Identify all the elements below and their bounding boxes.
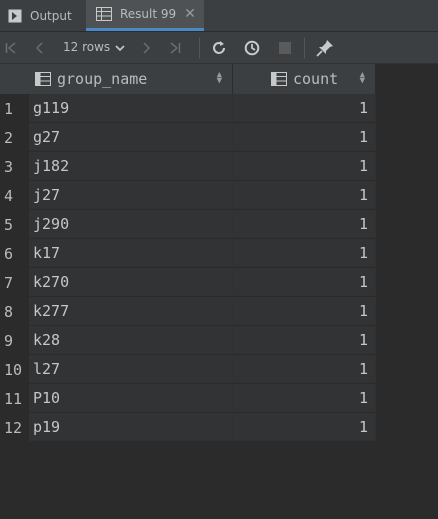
table-row[interactable]: 1 g119 1 bbox=[0, 94, 376, 123]
cell-group-name[interactable]: k277 bbox=[29, 297, 233, 325]
cell-count[interactable]: 1 bbox=[233, 181, 376, 209]
cell-group-name[interactable]: g27 bbox=[29, 123, 233, 151]
cell-count[interactable]: 1 bbox=[233, 268, 376, 296]
pin-icon[interactable] bbox=[316, 40, 334, 57]
cell-count[interactable]: 1 bbox=[233, 239, 376, 267]
row-number: 2 bbox=[0, 123, 29, 152]
table-row[interactable]: 6 k17 1 bbox=[0, 239, 376, 268]
table-row[interactable]: 4 j27 1 bbox=[0, 181, 376, 210]
tab-output-label: Output bbox=[30, 8, 72, 23]
column-header-count[interactable]: count ▲ ▼ bbox=[233, 64, 376, 94]
table-row[interactable]: 3 j182 1 bbox=[0, 152, 376, 181]
row-number: 1 bbox=[0, 94, 29, 123]
tab-result-label: Result 99 bbox=[120, 7, 177, 21]
column-icon bbox=[271, 72, 287, 86]
row-number: 11 bbox=[0, 384, 29, 413]
cell-count[interactable]: 1 bbox=[233, 326, 376, 354]
cell-group-name[interactable]: k28 bbox=[29, 326, 233, 354]
cell-group-name[interactable]: k17 bbox=[29, 239, 233, 267]
row-number: 10 bbox=[0, 355, 29, 384]
previous-page-icon[interactable] bbox=[33, 40, 45, 56]
cell-count[interactable]: 1 bbox=[233, 152, 376, 180]
cell-group-name[interactable]: g119 bbox=[29, 94, 233, 122]
chevron-down-icon[interactable] bbox=[114, 40, 126, 56]
table-row[interactable]: 11 P10 1 bbox=[0, 384, 376, 413]
refresh-icon[interactable] bbox=[211, 40, 227, 56]
last-page-icon[interactable] bbox=[168, 40, 182, 56]
toolbar-divider bbox=[199, 38, 200, 58]
cell-group-name[interactable]: j290 bbox=[29, 210, 233, 238]
row-number: 7 bbox=[0, 268, 29, 297]
console-output-icon bbox=[8, 9, 22, 23]
table-icon bbox=[96, 7, 112, 21]
toolbar-divider bbox=[304, 38, 305, 58]
row-number: 3 bbox=[0, 152, 29, 181]
toolbar: 12 rows bbox=[0, 32, 438, 64]
sort-icon[interactable]: ▲ ▼ bbox=[360, 71, 365, 86]
cell-group-name[interactable]: j182 bbox=[29, 152, 233, 180]
row-number: 5 bbox=[0, 210, 29, 239]
row-number: 12 bbox=[0, 413, 29, 442]
cell-count[interactable]: 1 bbox=[233, 297, 376, 325]
table-row[interactable]: 2 g27 1 bbox=[0, 123, 376, 152]
table-row[interactable]: 12 p19 1 bbox=[0, 413, 376, 442]
row-number: 9 bbox=[0, 326, 29, 355]
row-number: 4 bbox=[0, 181, 29, 210]
cell-count[interactable]: 1 bbox=[233, 210, 376, 238]
column-icon bbox=[35, 72, 51, 86]
cell-group-name[interactable]: j27 bbox=[29, 181, 233, 209]
row-number: 6 bbox=[0, 239, 29, 268]
next-page-icon[interactable] bbox=[142, 40, 152, 56]
cell-count[interactable]: 1 bbox=[233, 123, 376, 151]
cell-count[interactable]: 1 bbox=[233, 94, 376, 122]
tab-bar: Output Result 99 ✕ bbox=[0, 0, 438, 32]
table-row[interactable]: 8 k277 1 bbox=[0, 297, 376, 326]
first-page-icon[interactable] bbox=[4, 40, 18, 56]
cell-group-name[interactable]: l27 bbox=[29, 355, 233, 383]
stop-icon[interactable] bbox=[278, 40, 292, 56]
table-header: group_name ▲ ▼ count ▲ ▼ bbox=[0, 64, 376, 94]
cell-group-name[interactable]: p19 bbox=[29, 413, 233, 441]
column-header-label: group_name bbox=[57, 70, 148, 88]
table-row[interactable]: 5 j290 1 bbox=[0, 210, 376, 239]
sort-icon[interactable]: ▲ ▼ bbox=[217, 71, 222, 86]
cell-group-name[interactable]: P10 bbox=[29, 384, 233, 412]
cell-count[interactable]: 1 bbox=[233, 355, 376, 383]
cell-group-name[interactable]: k270 bbox=[29, 268, 233, 296]
header-corner bbox=[0, 64, 29, 94]
row-number: 8 bbox=[0, 297, 29, 326]
tab-result[interactable]: Result 99 ✕ bbox=[86, 0, 204, 31]
table-row[interactable]: 10 l27 1 bbox=[0, 355, 376, 384]
cell-count[interactable]: 1 bbox=[233, 413, 376, 441]
tab-output[interactable]: Output bbox=[0, 0, 90, 31]
close-icon[interactable]: ✕ bbox=[184, 6, 196, 22]
history-clock-icon[interactable] bbox=[243, 40, 261, 56]
cell-count[interactable]: 1 bbox=[233, 384, 376, 412]
table-row[interactable]: 7 k270 1 bbox=[0, 268, 376, 297]
rows-count-label[interactable]: 12 rows bbox=[63, 40, 110, 54]
column-header-label: count bbox=[293, 70, 339, 88]
column-header-group-name[interactable]: group_name ▲ ▼ bbox=[29, 64, 233, 94]
table-row[interactable]: 9 k28 1 bbox=[0, 326, 376, 355]
